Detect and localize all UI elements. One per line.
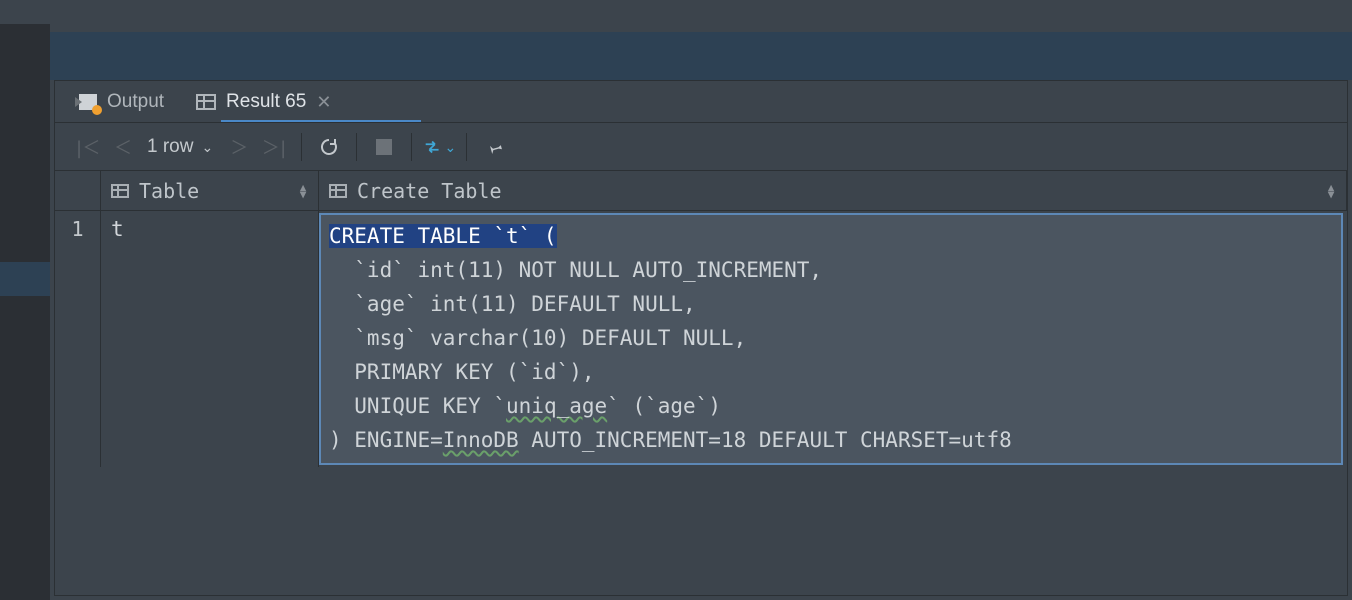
cell-table-name[interactable]: t: [101, 211, 319, 467]
sql-line-7c: AUTO_INCREMENT=18 DEFAULT CHARSET=utf8: [519, 428, 1012, 452]
chevron-down-icon: ⌄: [444, 139, 456, 156]
tab-result-label: Result 65: [226, 91, 306, 113]
row-count-label: 1 row: [147, 136, 193, 158]
separator: [411, 133, 412, 161]
last-page-button[interactable]: ＞|: [257, 130, 291, 164]
stop-button[interactable]: [367, 130, 401, 164]
sql-line-1: CREATE TABLE `t` (: [329, 224, 557, 248]
table-icon: [196, 94, 216, 110]
tab-result[interactable]: Result 65 ✕: [196, 81, 331, 123]
sql-line-6a: UNIQUE KEY `: [329, 394, 506, 418]
cell-create-sql[interactable]: CREATE TABLE `t` ( `id` int(11) NOT NULL…: [319, 213, 1343, 465]
result-header-row: Table ▲▼ Create Table ▲▼: [55, 171, 1347, 211]
top-ribbon: [50, 32, 1352, 80]
next-page-button[interactable]: ＞: [221, 130, 255, 164]
sort-icon[interactable]: ▲▼: [296, 184, 310, 198]
sql-line-3: `age` int(11) DEFAULT NULL,: [329, 292, 696, 316]
compare-button[interactable]: ⌄: [422, 130, 456, 164]
output-panel: Output Result 65 ✕ |＜ ＜ 1 row ⌄ ＞ ＞|: [54, 80, 1348, 596]
reload-button[interactable]: [312, 130, 346, 164]
pin-button[interactable]: [477, 130, 511, 164]
sql-line-4: `msg` varchar(10) DEFAULT NULL,: [329, 326, 746, 350]
row-number: 1: [55, 211, 101, 467]
tab-output-label: Output: [107, 91, 164, 113]
result-toolbar: |＜ ＜ 1 row ⌄ ＞ ＞|: [55, 123, 1347, 171]
close-icon[interactable]: ✕: [316, 92, 331, 113]
table-row[interactable]: 1 t CREATE TABLE `t` ( `id` int(11) NOT …: [55, 211, 1347, 467]
table-icon: [111, 184, 129, 198]
column-header-table-label: Table: [139, 179, 199, 203]
header-rownum: [55, 171, 101, 210]
sql-line-2: `id` int(11) NOT NULL AUTO_INCREMENT,: [329, 258, 822, 282]
separator: [356, 133, 357, 161]
prev-page-button[interactable]: ＜: [105, 130, 139, 164]
editor-stage: Output Result 65 ✕ |＜ ＜ 1 row ⌄ ＞ ＞|: [50, 0, 1352, 600]
left-gutter-highlight: [0, 262, 50, 296]
console-output-icon: [79, 94, 97, 110]
sql-line-6-ident: uniq_age: [506, 394, 607, 418]
first-page-button[interactable]: |＜: [69, 130, 103, 164]
panel-tabs: Output Result 65 ✕: [55, 81, 1347, 123]
reload-icon: [319, 137, 339, 157]
sql-line-7-engine: InnoDB: [443, 428, 519, 452]
chevron-down-icon: ⌄: [201, 139, 213, 156]
sql-line-5: PRIMARY KEY (`id`),: [329, 360, 595, 384]
separator: [301, 133, 302, 161]
column-header-table[interactable]: Table ▲▼: [101, 171, 319, 210]
sort-icon[interactable]: ▲▼: [1324, 184, 1338, 198]
pin-icon: [484, 137, 504, 157]
separator: [466, 133, 467, 161]
row-count-dropdown[interactable]: 1 row ⌄: [141, 136, 219, 158]
swap-arrows-icon: [422, 137, 442, 157]
tab-output[interactable]: Output: [79, 81, 164, 123]
column-header-create-label: Create Table: [357, 179, 502, 203]
table-icon: [329, 184, 347, 198]
left-gutter-tab: [0, 0, 50, 24]
left-gutter: [0, 0, 50, 600]
sql-line-7a: ) ENGINE=: [329, 428, 443, 452]
stop-icon: [376, 139, 392, 155]
sql-line-6c: ` (`age`): [607, 394, 721, 418]
column-header-create[interactable]: Create Table ▲▼: [319, 171, 1347, 210]
